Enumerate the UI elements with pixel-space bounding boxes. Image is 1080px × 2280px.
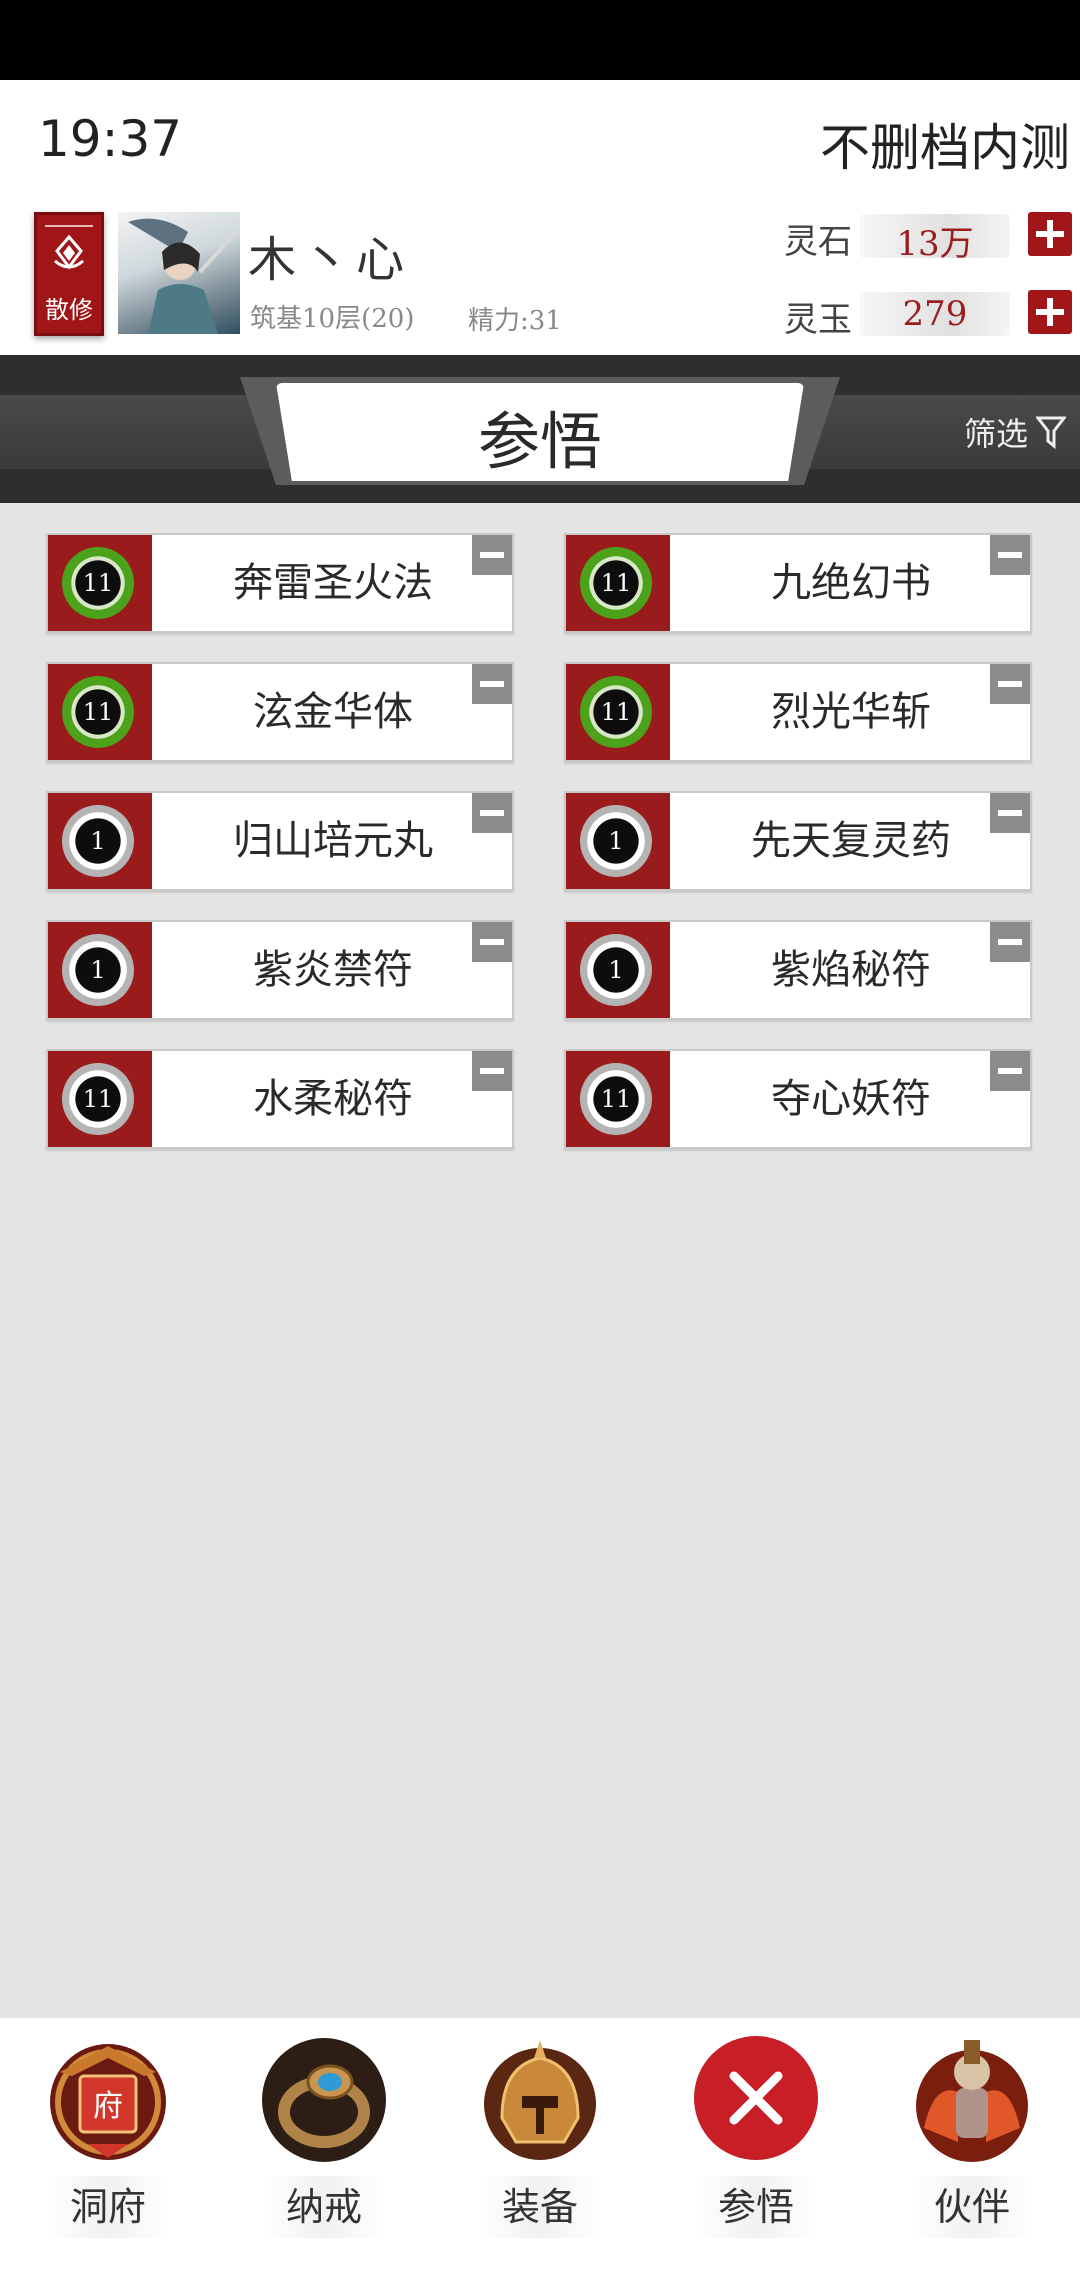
item-level: 11 [82, 698, 114, 726]
insight-item-card[interactable]: 11 九绝幻书 [564, 533, 1032, 633]
item-level: 11 [600, 569, 632, 597]
item-name: 水柔秘符 [253, 1076, 413, 1122]
sect-badge[interactable]: 散修 [34, 212, 104, 336]
resource-value: 13万 [896, 224, 974, 264]
avatar[interactable] [118, 212, 240, 334]
resource-spirit-stone: 灵石 13万 [784, 210, 1080, 264]
character-portrait-icon [128, 218, 238, 334]
svg-text:府: 府 [93, 2089, 123, 2124]
nav-label: 参悟 [696, 2176, 816, 2238]
remove-button[interactable] [472, 1051, 512, 1091]
insight-item-card[interactable]: 11 水柔秘符 [46, 1049, 514, 1149]
item-name: 夺心妖符 [771, 1076, 931, 1122]
nav-item-equipment[interactable]: 装备 [432, 2018, 648, 2280]
resource-value: 279 [902, 294, 968, 334]
nav-item-cave-mansion[interactable]: 府 洞府 [0, 2018, 216, 2280]
player-realm: 筑基10层(20) [250, 304, 415, 334]
badge-divider [45, 225, 93, 227]
helmet-icon [484, 2040, 596, 2160]
add-spirit-jade-button[interactable] [1028, 290, 1072, 334]
item-level: 11 [600, 1085, 632, 1113]
player-header: 19:37 不删档内测 散修 木丶心 筑基10层(20) 精力:31 灵石 13… [0, 80, 1080, 355]
nav-label: 纳戒 [264, 2176, 384, 2238]
storage-ring-icon [262, 2038, 386, 2162]
resource-label: 灵石 [784, 222, 852, 262]
item-level: 1 [90, 827, 106, 855]
page-title: 参悟 [477, 405, 602, 478]
remove-button[interactable] [472, 793, 512, 833]
system-status-strip [0, 0, 1080, 80]
player-stamina: 精力:31 [468, 306, 562, 336]
nav-item-companion[interactable]: 伙伴 [864, 2018, 1080, 2280]
remove-button[interactable] [990, 793, 1030, 833]
sect-label: 散修 [45, 296, 93, 324]
lotus-emblem-icon [54, 234, 84, 270]
clock-time: 19:37 [38, 110, 183, 168]
remove-button[interactable] [990, 664, 1030, 704]
server-name: 不删档内测 [820, 119, 1070, 177]
insight-item-card[interactable]: 1 紫焰秘符 [564, 920, 1032, 1020]
add-spirit-stone-button[interactable] [1028, 212, 1072, 256]
insight-item-card[interactable]: 11 烈光华斩 [564, 662, 1032, 762]
companion-icon [916, 2040, 1028, 2162]
remove-button[interactable] [472, 922, 512, 962]
item-name: 紫炎禁符 [253, 947, 413, 993]
item-level: 11 [600, 698, 632, 726]
filter-button[interactable]: 筛选 [964, 409, 1066, 455]
nav-item-storage-ring[interactable]: 纳戒 [216, 2018, 432, 2280]
item-name: 烈光华斩 [771, 689, 931, 735]
insight-item-card[interactable]: 11 奔雷圣火法 [46, 533, 514, 633]
item-level: 1 [608, 956, 624, 984]
insight-item-card[interactable]: 1 归山培元丸 [46, 791, 514, 891]
insight-item-card[interactable]: 1 先天复灵药 [564, 791, 1032, 891]
item-name: 先天复灵药 [751, 818, 951, 864]
resource-spirit-jade: 灵玉 279 [784, 288, 1080, 340]
remove-button[interactable] [472, 664, 512, 704]
nav-label: 洞府 [48, 2176, 168, 2238]
item-level: 11 [82, 569, 114, 597]
item-name: 归山培元丸 [233, 818, 433, 864]
item-name: 泫金华体 [253, 689, 413, 735]
nav-label: 装备 [480, 2176, 600, 2238]
bottom-nav-bar: 府 洞府 纳戒 装备 参悟 伙伴 [0, 2018, 1080, 2280]
remove-button[interactable] [472, 535, 512, 575]
remove-button[interactable] [990, 535, 1030, 575]
item-name: 九绝幻书 [771, 560, 931, 606]
insight-item-card[interactable]: 1 紫炎禁符 [46, 920, 514, 1020]
item-level: 11 [82, 1085, 114, 1113]
nav-label: 伙伴 [912, 2176, 1032, 2238]
remove-button[interactable] [990, 1051, 1030, 1091]
item-level: 1 [608, 827, 624, 855]
remove-button[interactable] [990, 922, 1030, 962]
item-name: 奔雷圣火法 [233, 560, 433, 606]
close-icon [694, 2036, 818, 2160]
cave-mansion-icon: 府 [50, 2044, 166, 2160]
resource-label: 灵玉 [784, 300, 852, 340]
insight-item-card[interactable]: 11 夺心妖符 [564, 1049, 1032, 1149]
filter-label: 筛选 [963, 415, 1028, 453]
nav-item-insight-active[interactable]: 参悟 [648, 2018, 864, 2280]
item-name: 紫焰秘符 [771, 947, 931, 993]
filter-funnel-icon [1036, 416, 1066, 449]
player-name: 木丶心 [248, 232, 411, 288]
item-level: 1 [90, 956, 106, 984]
panel-title-bar: 参悟 筛选 [0, 355, 1080, 503]
insight-item-card[interactable]: 11 泫金华体 [46, 662, 514, 762]
